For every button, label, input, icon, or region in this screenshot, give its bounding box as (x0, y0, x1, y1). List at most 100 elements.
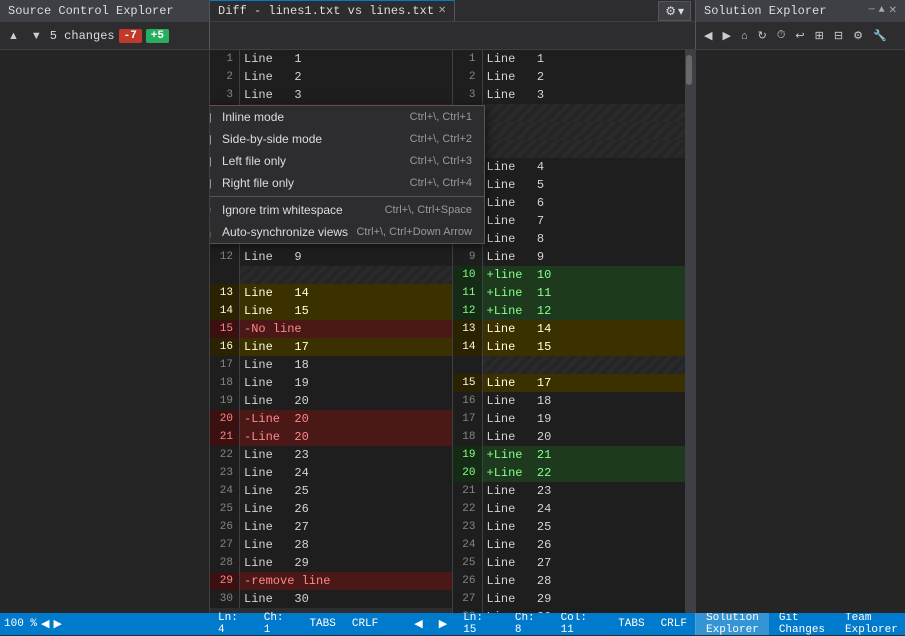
source-control-toolbar: ▲ ▼ 5 changes -7 +5 (0, 22, 210, 49)
changes-count: 5 changes (50, 29, 115, 43)
team-explorer-tab[interactable]: Team Explorer (835, 613, 905, 635)
table-row: 13Line 14 (453, 320, 696, 338)
menu-item[interactable]: ▤Inline modeCtrl+\, Ctrl+1 (210, 106, 484, 128)
menu-item[interactable]: ▣Right file onlyCtrl+\, Ctrl+4 (210, 172, 484, 194)
undo-button[interactable]: ↩ (791, 27, 808, 44)
left-crlf: CRLF (352, 618, 378, 630)
pin-icon[interactable]: ─ (869, 5, 875, 17)
right-col: Col: 11 (561, 612, 603, 636)
table-row (210, 266, 452, 284)
expand-icon[interactable]: ▲ (879, 5, 885, 17)
table-row: 22Line 24 (453, 500, 696, 518)
table-row (453, 140, 696, 158)
table-row: 3Line 3 (453, 86, 696, 104)
menu-item-icon: ⇌ (210, 203, 214, 217)
table-row: 6Line 6 (453, 194, 696, 212)
diff-right-lines: 1Line 12Line 23Line 34Line 45Line 56Line… (453, 50, 696, 613)
gear-icon: ⚙ (665, 4, 676, 18)
table-row: 19Line 20 (210, 392, 452, 410)
menu-item-label: Ignore trim whitespace (222, 203, 377, 217)
close-icon[interactable]: ✕ (438, 5, 446, 17)
added-badge: +5 (146, 29, 169, 43)
back-button[interactable]: ◀ (700, 27, 716, 44)
settings-dropdown-menu: ▤Inline modeCtrl+\, Ctrl+1▥Side-by-side … (210, 105, 485, 244)
history-button[interactable]: ⏱ (773, 27, 790, 44)
table-row: 20-Line 20 (210, 410, 452, 428)
table-row: 21-Line 20 (210, 428, 452, 446)
status-bar: 100 % ◀ ▶ Ln: 4 Ch: 1 TABS CRLF ◀ ▶ Ln: … (0, 613, 905, 635)
table-row: 18Line 20 (453, 428, 696, 446)
table-row: 13Line 14 (210, 284, 452, 302)
menu-item-label: Left file only (222, 154, 402, 168)
view-toggle-button[interactable]: ⊞ (811, 27, 828, 44)
right-scrollbar-thumb (686, 55, 692, 85)
menu-item-shortcut: Ctrl+\, Ctrl+1 (410, 111, 472, 123)
table-row: 8Line 8 (453, 230, 696, 248)
table-row: 26Line 27 (210, 518, 452, 536)
diff-tab-label: Diff - lines1.txt vs lines.txt (218, 4, 434, 18)
table-row: 17Line 18 (210, 356, 452, 374)
table-row (453, 104, 696, 122)
right-tabs: TABS (618, 618, 644, 630)
table-row: 11+Line 11 (453, 284, 696, 302)
menu-item[interactable]: ⇌Ignore trim whitespaceCtrl+\, Ctrl+Spac… (210, 199, 484, 221)
menu-item-icon: ▣ (210, 176, 214, 190)
table-row: 28Line 30 (453, 608, 696, 613)
table-row: 24Line 26 (453, 536, 696, 554)
table-row: 14Line 15 (453, 338, 696, 356)
menu-item[interactable]: 🔒Auto-synchronize viewsCtrl+\, Ctrl+Down… (210, 221, 484, 243)
table-row: 29-remove line (210, 572, 452, 590)
left-ch: Ch: 1 (264, 612, 294, 636)
menu-item-icon: ▥ (210, 132, 214, 146)
split-button[interactable]: ⊟ (830, 27, 847, 44)
menu-item-icon: 🔒 (210, 225, 214, 239)
table-row: 22Line 23 (210, 446, 452, 464)
table-row: 25Line 26 (210, 500, 452, 518)
close-icon[interactable]: ✕ (889, 5, 897, 17)
table-row: 17Line 19 (453, 410, 696, 428)
removed-badge: -7 (119, 29, 142, 43)
status-right: Solution Explorer Git Changes Team Explo… (695, 613, 905, 635)
diff-right-content[interactable]: 1Line 12Line 23Line 34Line 45Line 56Line… (453, 50, 696, 613)
diff-panel: 1Line 12Line 23Line 34-Line 35-Line 36-L… (210, 50, 695, 613)
right-scrollbar[interactable] (685, 50, 695, 613)
left-ln: Ln: 4 (218, 612, 248, 636)
navigate-up-button[interactable]: ▲ (4, 28, 23, 44)
diff-settings-button[interactable]: ⚙ ▾ (658, 1, 691, 21)
gear-arrow-icon: ▾ (678, 4, 684, 18)
table-row: 23Line 25 (453, 518, 696, 536)
menu-item[interactable]: ▥Side-by-side modeCtrl+\, Ctrl+2 (210, 128, 484, 150)
refresh-button[interactable]: ↻ (754, 27, 771, 44)
menu-item[interactable]: ▣Left file onlyCtrl+\, Ctrl+3 (210, 150, 484, 172)
properties-button[interactable]: ⚙ (849, 27, 867, 44)
table-row: 30Line 30 (210, 590, 452, 608)
nav-next2-icon[interactable]: ▶ (439, 617, 447, 631)
table-row: 28Line 29 (210, 554, 452, 572)
table-row: 1Line 1 (210, 50, 452, 68)
forward-button[interactable]: ▶ (718, 27, 734, 44)
git-changes-tab[interactable]: Git Changes (769, 613, 835, 635)
wrench-button[interactable]: 🔧 (869, 27, 891, 44)
solution-explorer-tab[interactable]: Solution Explorer (696, 613, 769, 635)
menu-item-label: Inline mode (222, 110, 402, 124)
home-button[interactable]: ⌂ (737, 28, 752, 44)
nav-prev-icon[interactable]: ◀ (41, 617, 49, 631)
right-crlf: CRLF (661, 618, 687, 630)
table-row: 4Line 4 (453, 158, 696, 176)
table-row: 18Line 19 (210, 374, 452, 392)
menu-item-shortcut: Ctrl+\, Ctrl+2 (410, 133, 472, 145)
table-row: 7Line 7 (453, 212, 696, 230)
right-ch: Ch: 8 (515, 612, 545, 636)
table-row (453, 122, 696, 140)
table-row: 26Line 28 (453, 572, 696, 590)
nav-prev2-icon[interactable]: ◀ (414, 617, 422, 631)
navigate-down-button[interactable]: ▼ (27, 28, 46, 44)
table-row (453, 356, 696, 374)
nav-next-icon[interactable]: ▶ (53, 617, 61, 631)
table-row: 20+Line 22 (453, 464, 696, 482)
table-row: 3Line 3 (210, 86, 452, 104)
table-row: 1Line 1 (453, 50, 696, 68)
menu-item-shortcut: Ctrl+\, Ctrl+4 (410, 177, 472, 189)
diff-tab[interactable]: Diff - lines1.txt vs lines.txt ✕ (210, 0, 455, 21)
solution-toolbar: ◀ ▶ ⌂ ↻ ⏱ ↩ ⊞ ⊟ ⚙ 🔧 (695, 22, 905, 49)
